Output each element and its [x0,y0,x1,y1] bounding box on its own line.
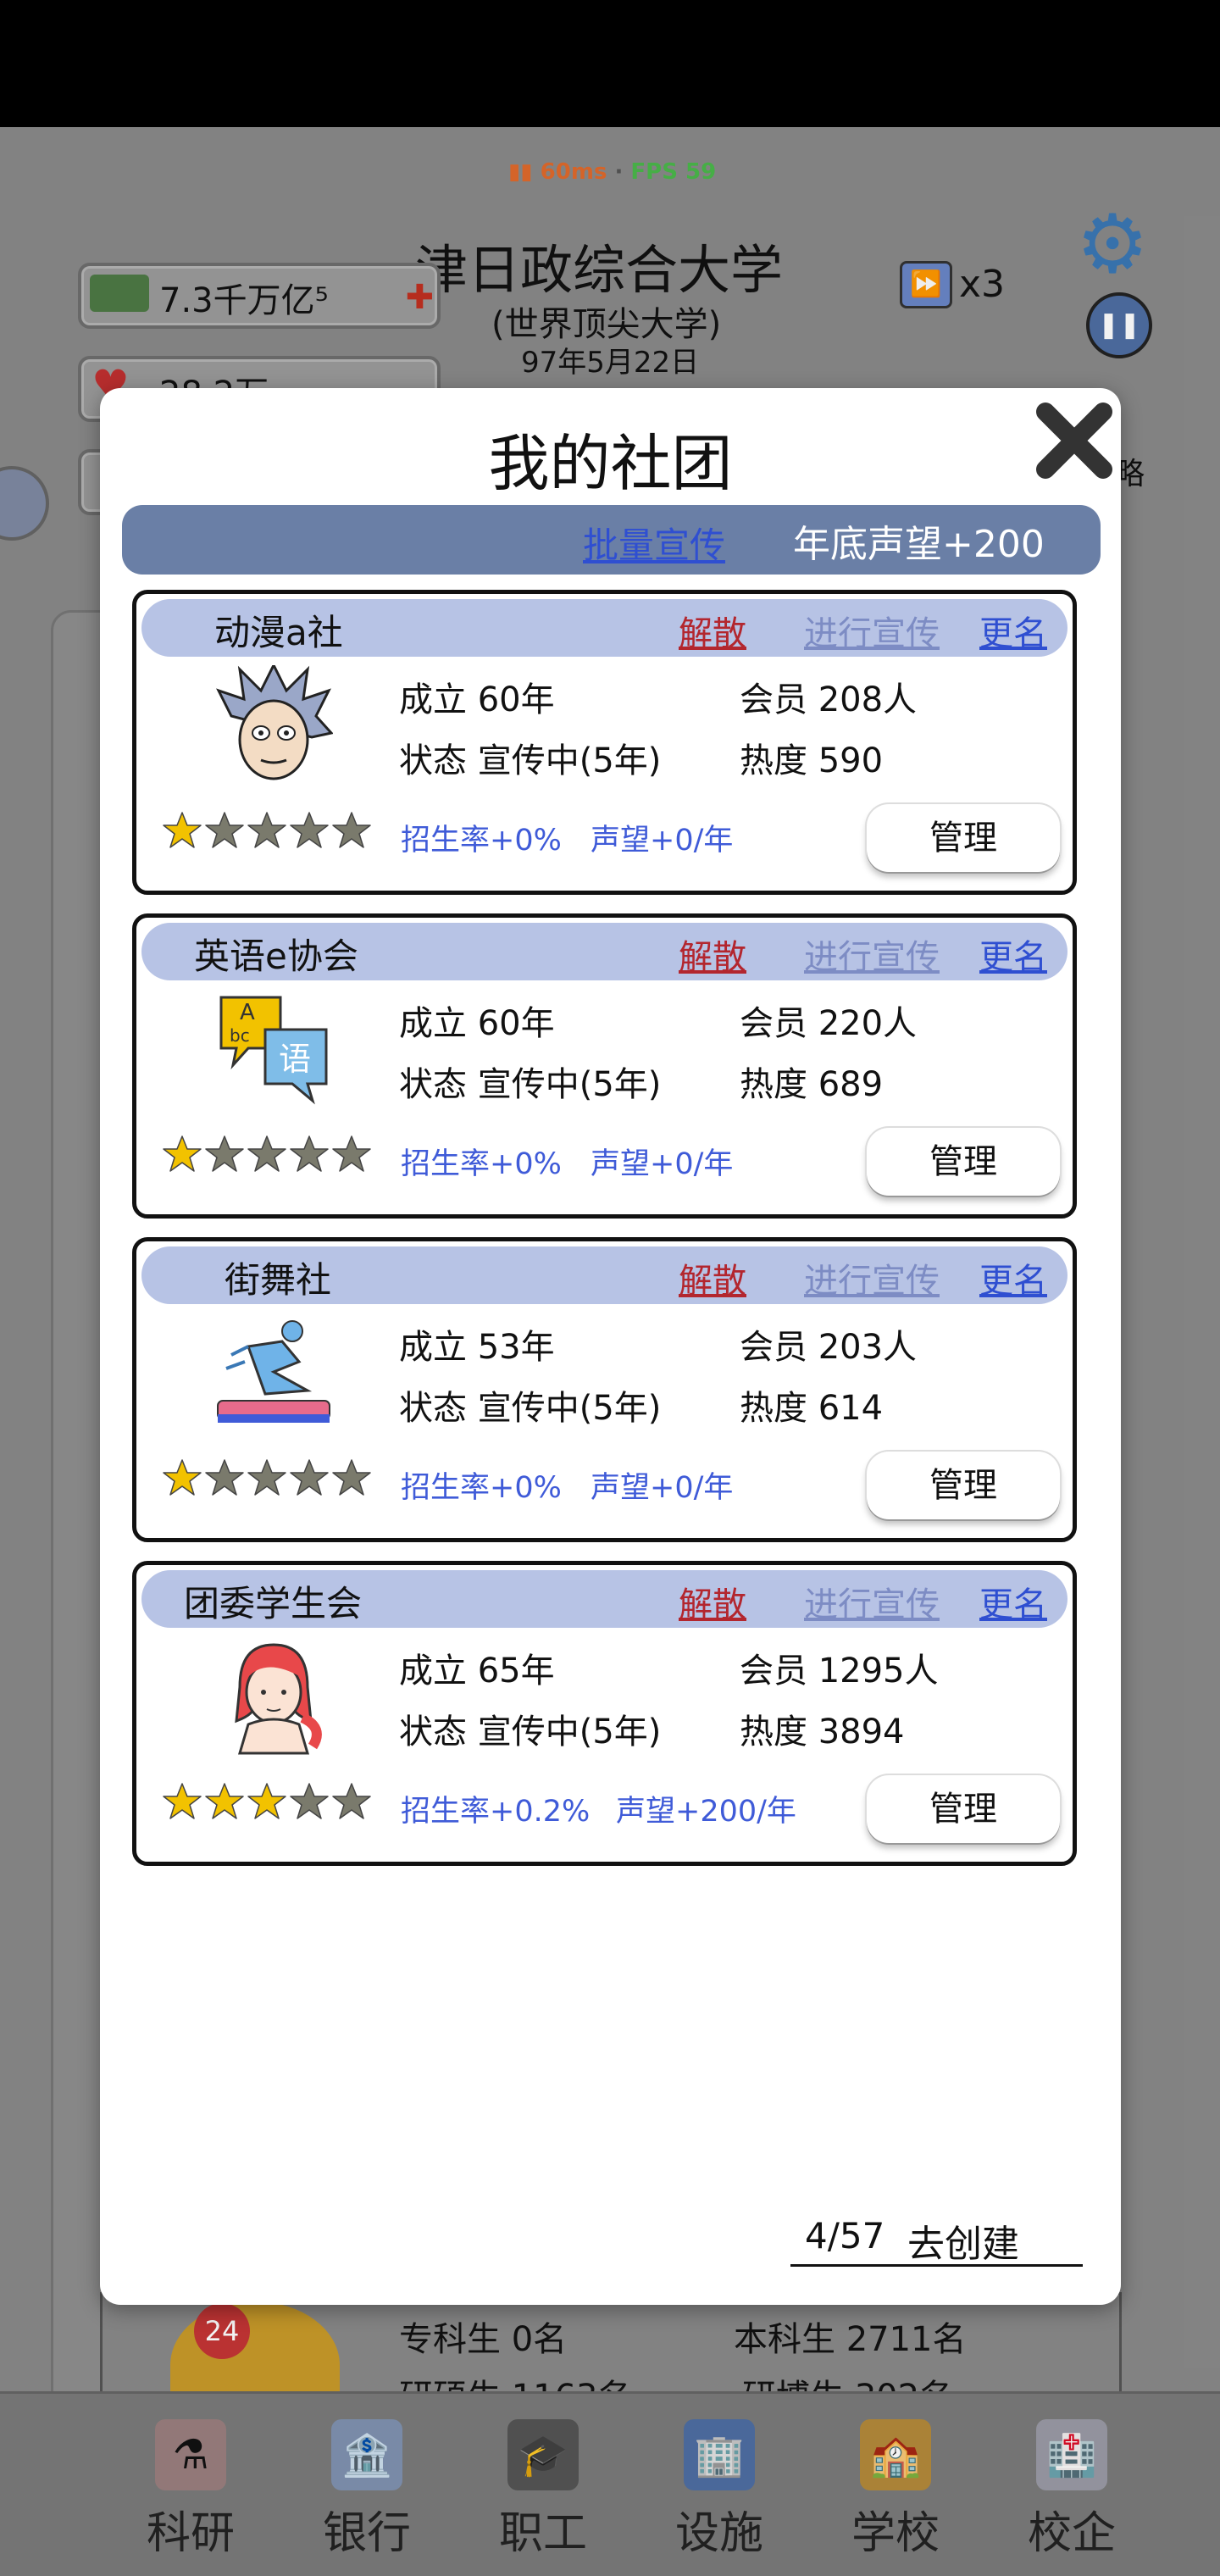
promote-link[interactable]: 进行宣传 [804,1253,940,1302]
club-rating [162,810,374,854]
club-name: 动漫a社 [214,612,343,653]
club-founded: 成立 60年 [399,680,555,719]
promote-link[interactable]: 进行宣传 [804,930,940,979]
svg-text:语: 语 [279,1041,311,1078]
cartoon-face-icon [216,665,333,780]
star-empty-icon [332,1459,371,1496]
dissolve-link[interactable]: 解散 [679,606,746,655]
create-club-link[interactable]: 去创建 [907,2213,1019,2268]
star-filled-icon [205,1783,244,1819]
star-empty-icon [290,1783,329,1819]
rename-link[interactable]: 更名 [979,930,1047,979]
star-empty-icon [332,812,371,848]
club-rating [162,1457,374,1502]
club-rating [162,1134,374,1178]
star-empty-icon [205,1135,244,1172]
club-name: 团委学生会 [184,1583,363,1624]
year-end-reputation: 年底声望+200 [793,523,1045,566]
enroll-bonus: 招生率+0.2% [401,1795,591,1829]
club-heat: 热度 3894 [740,1713,905,1752]
rename-link[interactable]: 更名 [979,606,1047,655]
star-empty-icon [290,1135,329,1172]
enroll-bonus: 招生率+0% [401,824,562,858]
star-empty-icon [247,812,286,848]
star-empty-icon [290,1459,329,1496]
star-empty-icon [205,812,244,848]
club-status: 状态 宣传中(5年) [399,1389,662,1428]
star-filled-icon [247,1783,286,1819]
club-name: 街舞社 [225,1259,332,1301]
star-empty-icon [332,1135,371,1172]
svg-text:A: A [240,1000,255,1025]
close-icon [1036,402,1112,479]
clubs-dialog: 我的社团 批量宣传 年底声望+200 动漫a社 解散 进行宣传 更名 成立 60… [100,388,1121,2305]
reputation-bonus: 声望+0/年 [591,824,734,858]
club-founded: 成立 65年 [399,1652,555,1690]
star-empty-icon [332,1783,371,1819]
club-heat: 热度 614 [740,1389,884,1428]
dissolve-link[interactable]: 解散 [679,930,746,979]
club-status: 状态 宣传中(5年) [399,1713,662,1752]
club-heat: 热度 689 [740,1065,884,1104]
star-filled-icon [163,812,202,848]
student-girl-icon [235,1643,322,1755]
club-card: 街舞社 解散 进行宣传 更名 成立 53年 会员 203人 状态 宣传中(5年)… [132,1237,1077,1542]
club-heat: 热度 590 [740,741,884,780]
promote-link[interactable]: 进行宣传 [804,1577,940,1626]
star-empty-icon [247,1135,286,1172]
club-card: 动漫a社 解散 进行宣传 更名 成立 60年 会员 208人 状态 宣传中(5年… [132,590,1077,895]
club-founded: 成立 60年 [399,1004,555,1043]
reputation-bonus: 声望+0/年 [591,1471,734,1505]
star-filled-icon [163,1459,202,1496]
close-button[interactable] [1032,398,1117,483]
club-members: 会员 208人 [740,680,918,719]
manage-button[interactable]: 管理 [867,804,1060,872]
enroll-bonus: 招生率+0% [401,1147,562,1181]
dissolve-link[interactable]: 解散 [679,1253,746,1302]
club-members: 会员 203人 [740,1328,918,1367]
reputation-bonus: 声望+200/年 [616,1795,796,1829]
club-status: 状态 宣传中(5年) [399,1065,662,1104]
club-rating [162,1781,374,1825]
dissolve-link[interactable]: 解散 [679,1577,746,1626]
club-members: 会员 1295人 [740,1652,939,1690]
rename-link[interactable]: 更名 [979,1577,1047,1626]
star-empty-icon [290,812,329,848]
club-status: 状态 宣传中(5年) [399,741,662,780]
club-card: 团委学生会 解散 进行宣传 更名 成立 65年 会员 1295人 状态 宣传中(… [132,1561,1077,1866]
svg-text:bc: bc [230,1025,250,1046]
manage-button[interactable]: 管理 [867,1128,1060,1196]
translate-bubbles-icon: A bc 语 [219,996,328,1105]
batch-promote-link[interactable]: 批量宣传 [583,517,725,569]
counter-underline [790,2264,1083,2267]
star-filled-icon [163,1135,202,1172]
club-card: 英语e协会 解散 进行宣传 更名 A bc 语 成立 60年 会员 220人 状… [132,913,1077,1219]
star-empty-icon [247,1459,286,1496]
dancer-icon [217,1320,330,1423]
club-founded: 成立 53年 [399,1328,555,1367]
enroll-bonus: 招生率+0% [401,1471,562,1505]
club-counter: 4/57 [805,2215,885,2257]
dialog-title: 我的社团 [488,428,733,499]
club-members: 会员 220人 [740,1004,918,1043]
promote-link[interactable]: 进行宣传 [804,606,940,655]
star-filled-icon [163,1783,202,1819]
manage-button[interactable]: 管理 [867,1775,1060,1843]
star-empty-icon [205,1459,244,1496]
club-name: 英语e协会 [194,935,358,977]
reputation-bonus: 声望+0/年 [591,1147,734,1181]
manage-button[interactable]: 管理 [867,1452,1060,1519]
rename-link[interactable]: 更名 [979,1253,1047,1302]
